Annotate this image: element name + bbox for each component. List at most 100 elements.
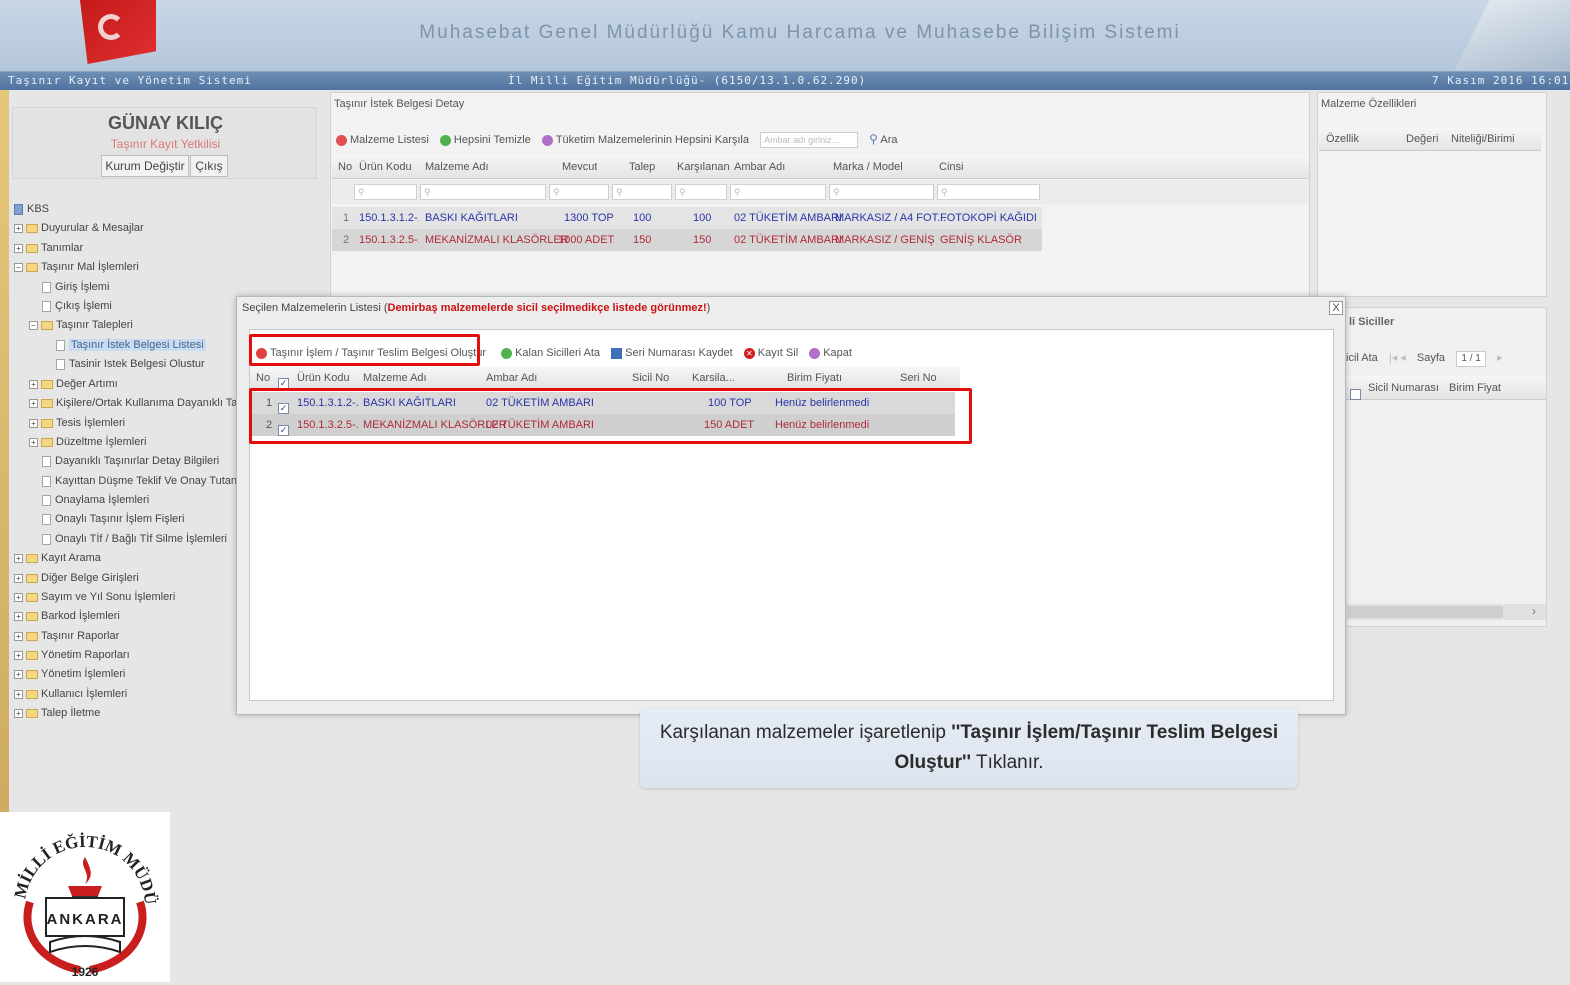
tree-item-talep-iletme[interactable]: + Talep İletme — [14, 704, 100, 722]
tree-item-onaylama[interactable]: Onaylama İşlemleri — [42, 491, 149, 509]
tree-item-duyurular[interactable]: + Duyurular & Mesajlar — [14, 219, 144, 237]
select-all-checkbox[interactable]: ✓ — [278, 377, 289, 389]
col-serial[interactable]: Seri No — [900, 367, 937, 389]
siciller-panel: li Siciller icil Ata |◂ ◂ Sayfa 1 / 1 ▸ … — [1345, 307, 1547, 627]
material-list-button[interactable]: Malzeme Listesi — [336, 128, 429, 152]
props-header: Özellik Değeri Niteliği/Birimi — [1319, 127, 1541, 151]
tree-item-kisilere[interactable]: +Kişilere/Ortak Kullanıma Dayanıklı Taşı… — [29, 394, 237, 412]
tree-item-yonetim-islemleri[interactable]: + Yönetim İşlemleri — [14, 665, 125, 683]
tree-item-istek-olustur[interactable]: Tasinir Istek Belgesi Olustur — [56, 355, 205, 373]
filter-kind[interactable]: ⚲ — [937, 184, 1040, 200]
logout-button[interactable]: Çıkış — [190, 155, 228, 177]
col-name[interactable]: Malzeme Adı — [363, 367, 427, 389]
col-sicil[interactable]: Sicil Numarası — [1368, 376, 1439, 400]
props-title: Malzeme Özellikleri — [1321, 98, 1417, 110]
col-warehouse[interactable]: Ambar Adı — [486, 367, 537, 389]
tree-item-kullanici[interactable]: + Kullanıcı İşlemleri — [14, 685, 127, 703]
col-kind[interactable]: Cinsi — [939, 155, 963, 179]
search-button[interactable]: ⚲ Ara — [869, 127, 897, 152]
col-sicil[interactable]: Sicil No — [632, 367, 669, 389]
tree-item-onayli-fisler[interactable]: Onaylı Taşınır İşlem Fişleri — [42, 510, 184, 528]
tree-item-sayim[interactable]: + Sayım ve Yıl Sonu İşlemleri — [14, 588, 175, 606]
detail-panel: Taşınır İstek Belgesi Detay Malzeme List… — [330, 92, 1310, 297]
tree-item-duzeltme[interactable]: + Düzeltme İşlemleri — [29, 433, 146, 451]
change-org-button[interactable]: Kurum Değiştir — [101, 155, 189, 177]
filter-name[interactable]: ⚲ — [420, 184, 546, 200]
save-serial-button[interactable]: Seri Numarası Kaydet — [611, 341, 733, 365]
page-input[interactable]: 1 / 1 — [1456, 351, 1487, 367]
tree-item-giris[interactable]: Giriş İşlemi — [42, 278, 109, 296]
delete-record-button[interactable]: ✕ Kayıt Sil — [743, 341, 798, 365]
tree-item-cikis[interactable]: Çıkış İşlemi — [42, 297, 112, 315]
filter-warehouse[interactable]: ⚲ — [730, 184, 826, 200]
folder-icon — [41, 379, 53, 389]
warehouse-input[interactable]: Ambar adı giriniz... — [760, 132, 859, 149]
col-unit[interactable]: Niteliği/Birimi — [1451, 127, 1515, 151]
meet-all-button[interactable]: Tüketim Malzemelerinin Hepsini Karşıla — [541, 128, 749, 152]
siciller-title: li Siciller — [1349, 316, 1395, 328]
tree-item-tanimlar[interactable]: + Tanımlar — [14, 239, 83, 257]
next-page-icon[interactable]: ▸ — [1497, 346, 1503, 370]
col-name[interactable]: Malzeme Adı — [425, 155, 489, 179]
tree-item-kayit-arama[interactable]: + Kayıt Arama — [14, 549, 101, 567]
col-property[interactable]: Özellik — [1326, 127, 1359, 151]
tree-item-istek-listesi[interactable]: Taşınır İstek Belgesi Listesi — [56, 336, 206, 354]
instruction-callout: Karşılanan malzemeler işaretlenip ''Taşı… — [640, 708, 1298, 788]
tree-item-tesis[interactable]: + Tesis İşlemleri — [29, 414, 125, 432]
assign-sicil-button[interactable]: icil Ata — [1346, 346, 1378, 370]
tree-item-tasinir-mal[interactable]: − Taşınır Mal İşlemleri — [14, 258, 139, 276]
col-price[interactable]: Birim Fiyat — [1449, 376, 1501, 400]
filter-code[interactable]: ⚲ — [354, 184, 417, 200]
tree-item-yonetim-raporlari[interactable]: + Yönetim Raporları — [14, 646, 130, 664]
chevron-right-icon[interactable]: › — [1532, 604, 1536, 618]
tree-item-deger-artimi[interactable]: + Değer Artımı — [29, 375, 118, 393]
tree-item-barkod[interactable]: + Barkod İşlemleri — [14, 607, 120, 625]
scroll-thumb[interactable] — [1348, 606, 1503, 618]
table-row[interactable]: 1 150.1.3.1.2-... BASKI KAĞITLARI 1300 T… — [332, 207, 1042, 229]
dialog-close-button[interactable]: X — [1329, 301, 1343, 315]
filter-stock[interactable]: ⚲ — [549, 184, 609, 200]
detail-toolbar: Malzeme Listesi Hepsini Temizle Tüketim … — [336, 127, 906, 151]
dialog-grid-header: No ✓ Ürün Kodu Malzeme Adı Ambar Adı Sic… — [250, 367, 960, 389]
table-row[interactable]: 2 150.1.3.2.5-... MEKANİZMALI KLASÖRLER … — [332, 229, 1042, 251]
col-brand[interactable]: Marka / Model — [833, 155, 903, 179]
col-no[interactable]: No — [338, 155, 352, 179]
assign-remaining-button[interactable]: Kalan Sicilleri Ata — [501, 341, 600, 365]
col-code[interactable]: Ürün Kodu — [297, 367, 350, 389]
tree-item-raporlar[interactable]: + Taşınır Raporlar — [14, 627, 119, 645]
document-icon — [56, 339, 65, 351]
tree-item-kayittan-dusme[interactable]: Kayıttan Düşme Teklif Ve Onay Tutanağı — [42, 472, 252, 490]
tree-item-talepler[interactable]: − Taşınır Talepleri — [29, 316, 133, 334]
col-met[interactable]: Karşılanan — [677, 155, 730, 179]
seal-year: 1926 — [72, 965, 99, 979]
subsystem-name: Taşınır Kayıt ve Yönetim Sistemi — [8, 74, 252, 87]
col-no[interactable]: No — [256, 367, 270, 389]
tree-item-diger-belge[interactable]: + Diğer Belge Girişleri — [14, 569, 139, 587]
tree-item-kbs[interactable]: KBS — [14, 200, 49, 218]
filter-row: ⚲ ⚲ ⚲ ⚲ ⚲ ⚲ ⚲ ⚲ — [332, 180, 1309, 204]
tree-item-dayanikli[interactable]: Dayanıklı Taşınırlar Detay Bilgileri — [42, 452, 219, 470]
clear-all-button[interactable]: Hepsini Temizle — [439, 128, 531, 152]
col-met[interactable]: Karsila... — [692, 367, 735, 389]
col-request[interactable]: Talep — [629, 155, 655, 179]
col-warehouse[interactable]: Ambar Adı — [734, 155, 785, 179]
detail-grid-header: No Ürün Kodu Malzeme Adı Mevcut Talep Ka… — [332, 155, 1309, 179]
tree-item-tif-silme[interactable]: Onaylı Tİf / Bağlı Tİf Silme İşlemleri — [42, 530, 227, 548]
folder-icon — [26, 262, 38, 272]
filter-met[interactable]: ⚲ — [675, 184, 727, 200]
select-all-checkbox[interactable] — [1350, 388, 1361, 400]
col-stock[interactable]: Mevcut — [562, 155, 597, 179]
horizontal-scrollbar[interactable]: › — [1346, 604, 1546, 620]
keyboard-image — [1455, 0, 1570, 70]
folder-icon — [26, 689, 38, 699]
document-icon — [42, 300, 51, 312]
filter-brand[interactable]: ⚲ — [829, 184, 934, 200]
col-code[interactable]: Ürün Kodu — [359, 155, 412, 179]
first-page-icon[interactable]: |◂ ◂ — [1389, 346, 1406, 370]
close-dialog-button[interactable]: Kapat — [809, 341, 852, 365]
gear-icon — [501, 347, 513, 359]
col-price[interactable]: Birim Fiyatı — [787, 367, 842, 389]
kbs-icon — [14, 203, 23, 215]
col-value[interactable]: Değeri — [1406, 127, 1438, 151]
filter-request[interactable]: ⚲ — [612, 184, 672, 200]
